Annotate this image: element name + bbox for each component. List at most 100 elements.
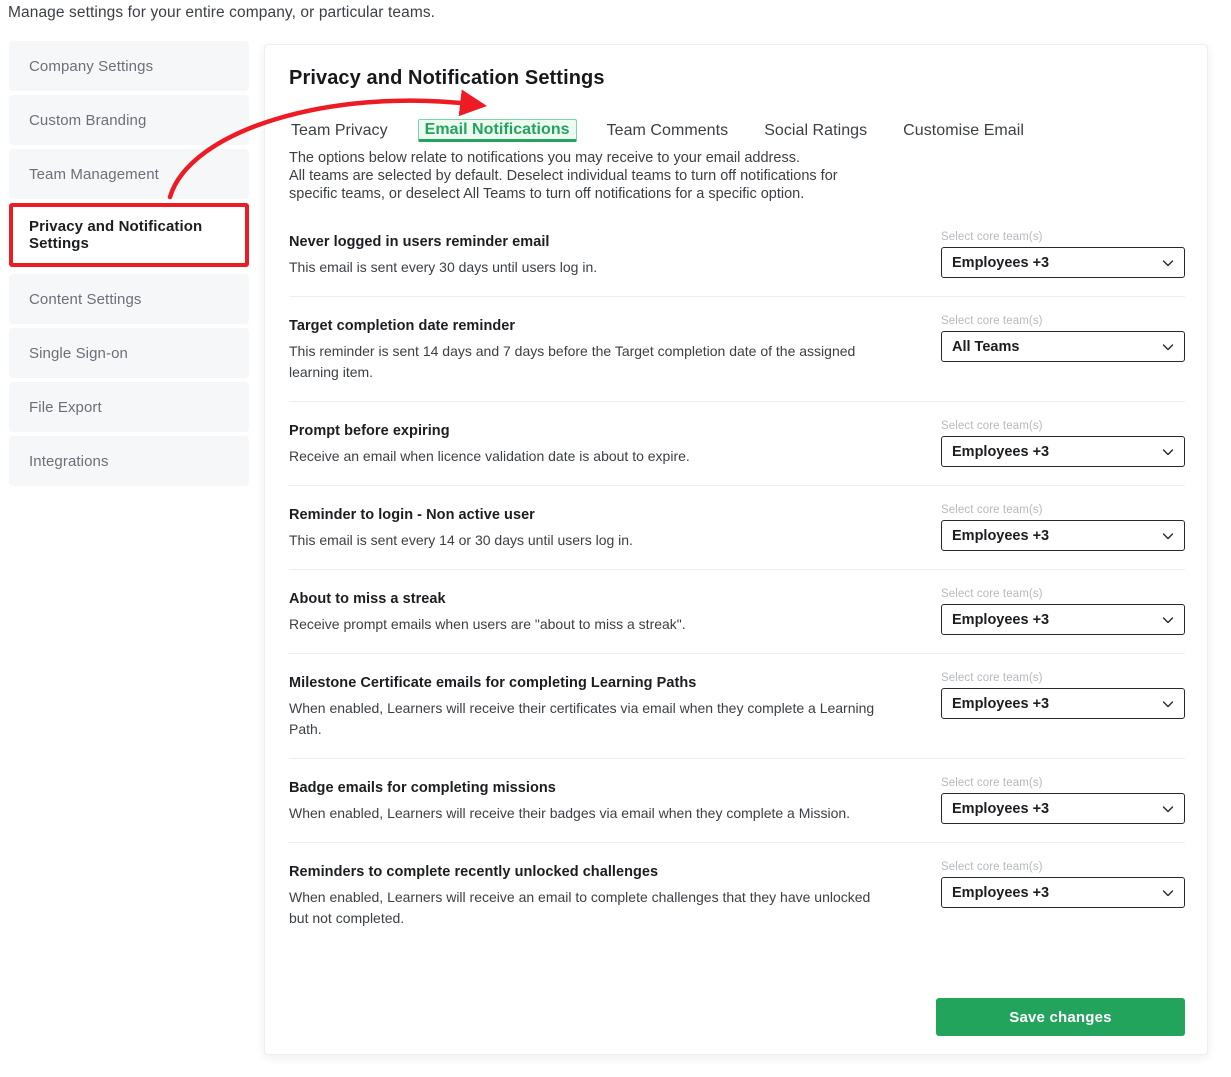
setting-title: Badge emails for completing missions <box>289 780 556 796</box>
sidebar-item-label: Content Settings <box>29 290 142 308</box>
sidebar-item-label: File Export <box>29 398 102 416</box>
sidebar-item-label: Single Sign-on <box>29 344 128 362</box>
tab-social-ratings[interactable]: Social Ratings <box>762 120 869 142</box>
core-team-select[interactable]: Employees +3 <box>941 793 1185 824</box>
notification-setting-row: About to miss a streak Receive prompt ema… <box>289 588 1185 654</box>
sidebar-item-single-sign-on[interactable]: Single Sign-on <box>9 328 249 378</box>
sidebar-item-content-settings[interactable]: Content Settings <box>9 274 249 324</box>
core-team-select[interactable]: All Teams <box>941 331 1185 362</box>
setting-subtitle: This reminder is sent 14 days and 7 days… <box>289 343 856 380</box>
setting-subtitle: When enabled, Learners will receive thei… <box>289 700 875 737</box>
core-team-select-value: Employees +3 <box>952 254 1050 271</box>
setting-description-block: About to miss a streak Receive prompt ema… <box>289 588 909 635</box>
settings-page: Manage settings for your entire company,… <box>0 0 1231 1077</box>
setting-description-block: Reminder to login - Non active user This … <box>289 504 909 551</box>
setting-subtitle: This email is sent every 14 or 30 days u… <box>289 532 633 548</box>
setting-description-block: Badge emails for completing missions When… <box>289 777 909 824</box>
notification-settings-list: Never logged in users reminder email This… <box>289 231 1185 965</box>
sidebar-item-integrations[interactable]: Integrations <box>9 436 249 486</box>
core-team-select[interactable]: Employees +3 <box>941 247 1185 278</box>
tab-bar: Team Privacy Email Notifications Team Comm… <box>289 119 1058 142</box>
select-core-teams-label: Select core team(s) <box>941 861 1043 873</box>
setting-title: About to miss a streak <box>289 591 446 607</box>
team-select-block: Select core team(s) Employees +3 <box>941 777 1185 824</box>
select-core-teams-label: Select core team(s) <box>941 672 1043 684</box>
setting-title: Reminder to login - Non active user <box>289 507 535 523</box>
setting-subtitle: Receive prompt emails when users are "ab… <box>289 616 686 632</box>
setting-title: Prompt before expiring <box>289 423 450 439</box>
team-select-block: Select core team(s) Employees +3 <box>941 231 1185 278</box>
sidebar-item-label: Integrations <box>29 452 109 470</box>
setting-subtitle: When enabled, Learners will receive thei… <box>289 805 851 821</box>
core-team-select-value: Employees +3 <box>952 527 1050 544</box>
core-team-select-value: Employees +3 <box>952 611 1050 628</box>
tab-email-notifications[interactable]: Email Notifications <box>417 119 577 142</box>
notification-setting-row: Reminder to login - Non active user This … <box>289 504 1185 570</box>
chevron-down-icon <box>1162 532 1174 539</box>
chevron-down-icon <box>1162 805 1174 812</box>
setting-description-block: Milestone Certificate emails for complet… <box>289 672 909 740</box>
team-select-block: Select core team(s) All Teams <box>941 315 1185 383</box>
setting-title: Target completion date reminder <box>289 318 516 334</box>
setting-description-block: Never logged in users reminder email This… <box>289 231 909 278</box>
core-team-select[interactable]: Employees +3 <box>941 520 1185 551</box>
sidebar-item-privacy-and-notification-settings[interactable]: Privacy and Notification Settings <box>9 203 249 267</box>
notification-setting-row: Reminders to complete recently unlocked … <box>289 861 1185 947</box>
setting-subtitle: Receive an email when licence validation… <box>289 448 690 464</box>
page-intro-text: Manage settings for your entire company,… <box>8 4 436 21</box>
core-team-select[interactable]: Employees +3 <box>941 688 1185 719</box>
settings-sidebar: Company Settings Custom Branding Team Mana… <box>9 41 249 490</box>
core-team-select[interactable]: Employees +3 <box>941 436 1185 467</box>
page-title: Privacy and Notification Settings <box>289 67 605 89</box>
setting-description-block: Target completion date reminder This remi… <box>289 315 909 383</box>
sidebar-item-label: Custom Branding <box>29 111 147 129</box>
save-changes-button[interactable]: Save changes <box>936 998 1185 1036</box>
core-team-select[interactable]: Employees +3 <box>941 604 1185 635</box>
tab-team-privacy[interactable]: Team Privacy <box>289 120 390 142</box>
setting-subtitle: This email is sent every 30 days until u… <box>289 259 598 275</box>
setting-description-block: Reminders to complete recently unlocked … <box>289 861 909 929</box>
select-core-teams-label: Select core team(s) <box>941 504 1043 516</box>
team-select-block: Select core team(s) Employees +3 <box>941 861 1185 929</box>
notification-setting-row: Prompt before expiring Receive an email w… <box>289 420 1185 486</box>
sidebar-item-file-export[interactable]: File Export <box>9 382 249 432</box>
core-team-select-value: Employees +3 <box>952 800 1050 817</box>
sidebar-item-company-settings[interactable]: Company Settings <box>9 41 249 91</box>
setting-title: Milestone Certificate emails for complet… <box>289 675 697 691</box>
tab-team-comments[interactable]: Team Comments <box>605 120 731 142</box>
setting-description-block: Prompt before expiring Receive an email w… <box>289 420 909 467</box>
sidebar-item-label: Privacy and Notification Settings <box>29 217 203 252</box>
sidebar-item-team-management[interactable]: Team Management <box>9 149 249 199</box>
settings-card: Privacy and Notification Settings Team P… <box>264 44 1208 1055</box>
chevron-down-icon <box>1162 616 1174 623</box>
core-team-select[interactable]: Employees +3 <box>941 877 1185 908</box>
team-select-block: Select core team(s) Employees +3 <box>941 672 1185 740</box>
sidebar-item-label: Team Management <box>29 165 159 183</box>
tab-description: The options below relate to notification… <box>289 149 989 203</box>
chevron-down-icon <box>1162 259 1174 266</box>
team-select-block: Select core team(s) Employees +3 <box>941 588 1185 635</box>
select-core-teams-label: Select core team(s) <box>941 588 1043 600</box>
setting-subtitle: When enabled, Learners will receive an e… <box>289 889 871 926</box>
notification-setting-row: Target completion date reminder This remi… <box>289 315 1185 402</box>
setting-title: Reminders to complete recently unlocked … <box>289 864 659 880</box>
team-select-block: Select core team(s) Employees +3 <box>941 420 1185 467</box>
core-team-select-value: All Teams <box>952 338 1020 355</box>
tab-description-line: The options below relate to notification… <box>289 150 800 166</box>
select-core-teams-label: Select core team(s) <box>941 231 1043 243</box>
notification-setting-row: Never logged in users reminder email This… <box>289 231 1185 297</box>
core-team-select-value: Employees +3 <box>952 695 1050 712</box>
chevron-down-icon <box>1162 700 1174 707</box>
setting-title: Never logged in users reminder email <box>289 234 550 250</box>
tab-description-line: specific teams, or deselect All Teams to… <box>289 186 805 202</box>
select-core-teams-label: Select core team(s) <box>941 420 1043 432</box>
select-core-teams-label: Select core team(s) <box>941 315 1043 327</box>
chevron-down-icon <box>1162 343 1174 350</box>
notification-setting-row: Milestone Certificate emails for complet… <box>289 672 1185 759</box>
tab-customise-email[interactable]: Customise Email <box>901 120 1026 142</box>
core-team-select-value: Employees +3 <box>952 443 1050 460</box>
core-team-select-value: Employees +3 <box>952 884 1050 901</box>
tab-description-line: All teams are selected by default. Desel… <box>289 168 838 184</box>
sidebar-item-custom-branding[interactable]: Custom Branding <box>9 95 249 145</box>
sidebar-item-label: Company Settings <box>29 57 154 75</box>
